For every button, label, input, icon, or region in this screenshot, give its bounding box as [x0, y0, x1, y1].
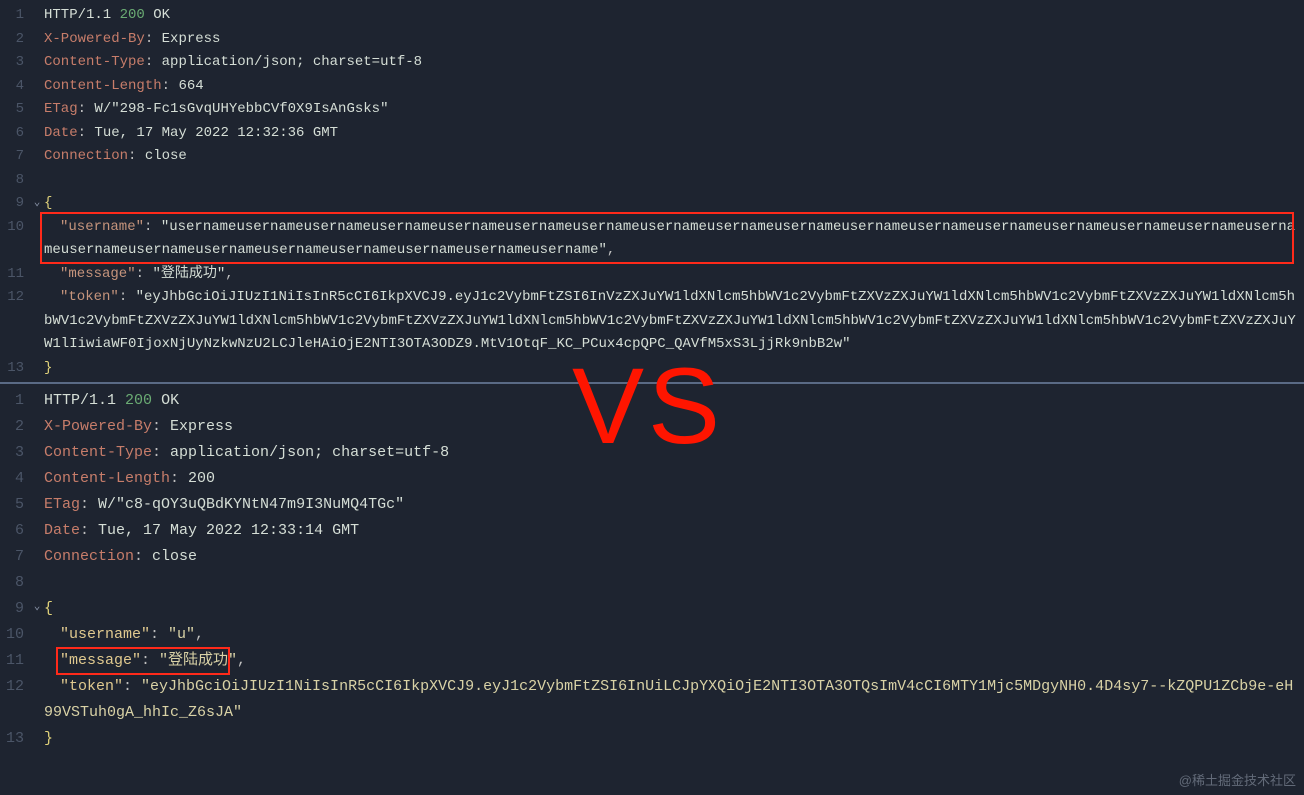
code-line: 1HTTP/1.1 200 OK	[0, 4, 1304, 28]
line-number: 13	[0, 357, 30, 381]
chevron-down-icon[interactable]: ⌄	[30, 596, 44, 620]
code-line: 10"username": "u",	[0, 622, 1304, 648]
code-line: 6Date: Tue, 17 May 2022 12:32:36 GMT	[0, 122, 1304, 146]
code-line: 11"message": "登陆成功",	[0, 263, 1304, 287]
line-number: 3	[0, 440, 30, 466]
json-key-token: "token"	[60, 289, 119, 305]
line-number: 9	[0, 192, 30, 216]
code-line: 4Content-Length: 200	[0, 466, 1304, 492]
watermark: @稀土掘金技术社区	[1179, 770, 1296, 789]
line-number: 8	[0, 169, 30, 193]
json-value-username: "u"	[168, 626, 195, 643]
code-line: 4Content-Length: 664	[0, 75, 1304, 99]
code-line: 12"token": "eyJhbGciOiJIUzI1NiIsInR5cCI6…	[0, 674, 1304, 726]
line-number: 2	[0, 28, 30, 52]
code-line: 9⌄{	[0, 192, 1304, 216]
line-number: 2	[0, 414, 30, 440]
line-number: 9	[0, 596, 30, 622]
line-number: 10	[0, 622, 30, 648]
json-value-token: "eyJhbGciOiJIUzI1NiIsInR5cCI6IkpXVCJ9.ey…	[44, 289, 1296, 352]
line-number: 13	[0, 726, 30, 752]
line-number: 11	[0, 648, 30, 674]
code-line: 8	[0, 570, 1304, 596]
line-number: 3	[0, 51, 30, 75]
code-line: 6Date: Tue, 17 May 2022 12:33:14 GMT	[0, 518, 1304, 544]
line-number: 6	[0, 122, 30, 146]
json-value-message: "登陆成功"	[152, 266, 225, 282]
line-number: 5	[0, 98, 30, 122]
json-key-username: "username"	[60, 219, 144, 235]
code-line: 5ETag: W/"c8-qOY3uQBdKYNtN47m9I3NuMQ4TGc…	[0, 492, 1304, 518]
json-value-token: "eyJhbGciOiJIUzI1NiIsInR5cCI6IkpXVCJ9.ey…	[44, 678, 1293, 721]
line-number: 6	[0, 518, 30, 544]
json-key-token: "token"	[60, 678, 123, 695]
code-line: 11"message": "登陆成功",	[0, 648, 1304, 674]
chevron-down-icon[interactable]: ⌄	[30, 192, 44, 216]
http-response-top: 1HTTP/1.1 200 OK 2X-Powered-By: Express …	[0, 0, 1304, 380]
line-number: 4	[0, 466, 30, 492]
code-line: 9⌄{	[0, 596, 1304, 622]
json-key-message: "message"	[60, 266, 136, 282]
line-number: 12	[0, 674, 30, 700]
line-number: 11	[0, 263, 30, 287]
code-line: 7Connection: close	[0, 145, 1304, 169]
code-line: 10"username": "usernameusernameusernameu…	[0, 216, 1304, 263]
line-number: 10	[0, 216, 30, 240]
line-number: 5	[0, 492, 30, 518]
code-line: 2X-Powered-By: Express	[0, 28, 1304, 52]
code-line: 5ETag: W/"298-Fc1sGvqUHYebbCVf0X9IsAnGsk…	[0, 98, 1304, 122]
json-key-message: "message"	[60, 652, 141, 669]
code-line: 3Content-Type: application/json; charset…	[0, 51, 1304, 75]
code-line: 7Connection: close	[0, 544, 1304, 570]
json-key-username: "username"	[60, 626, 150, 643]
json-value-username: "usernameusernameusernameusernameusernam…	[44, 219, 1295, 259]
line-number: 7	[0, 544, 30, 570]
code-line: 13}	[0, 726, 1304, 752]
line-number: 8	[0, 570, 30, 596]
line-number: 7	[0, 145, 30, 169]
line-number: 12	[0, 286, 30, 310]
line-number: 1	[0, 388, 30, 414]
line-number: 1	[0, 4, 30, 28]
json-value-message: "登陆成功"	[159, 652, 237, 669]
line-number: 4	[0, 75, 30, 99]
code-line: 8	[0, 169, 1304, 193]
vs-label: VS	[572, 352, 724, 460]
